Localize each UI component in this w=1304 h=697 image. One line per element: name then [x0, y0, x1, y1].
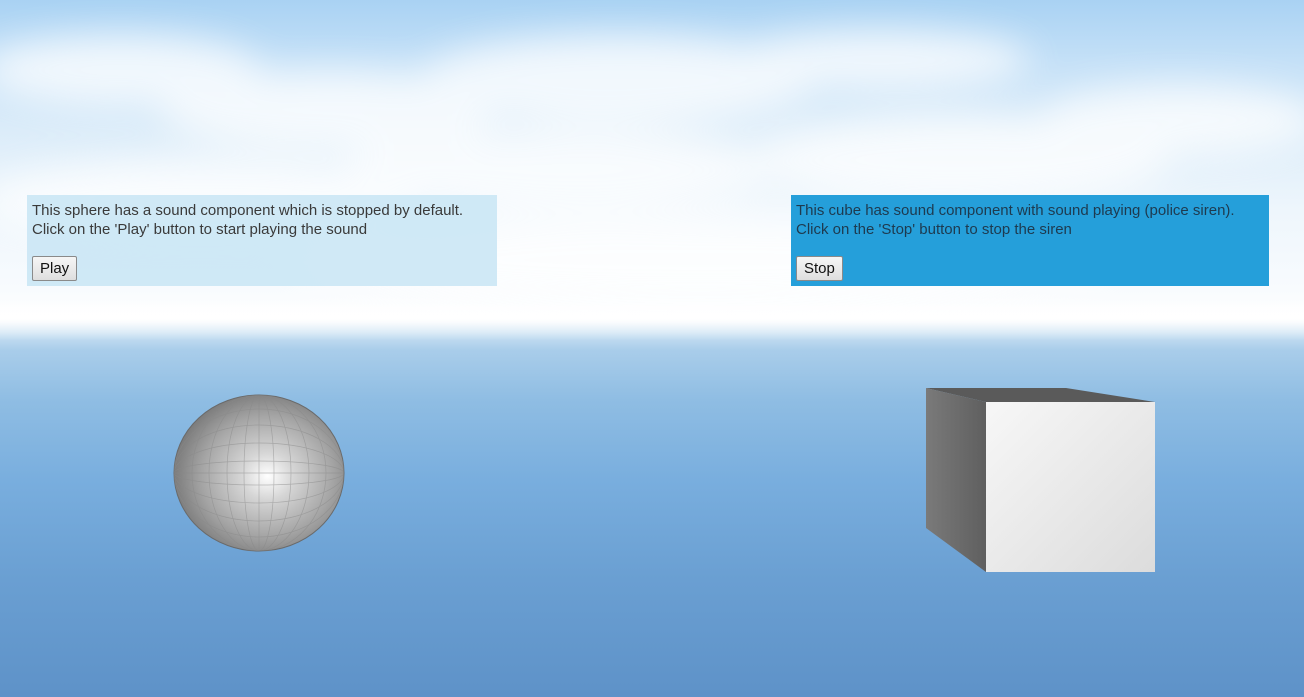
- horizon: [0, 300, 1304, 340]
- cube-panel-text-line1: This cube has sound component with sound…: [796, 202, 1235, 219]
- cube-object[interactable]: [920, 384, 1160, 576]
- cube-sound-panel: This cube has sound component with sound…: [791, 195, 1269, 286]
- sphere-object[interactable]: [170, 392, 348, 554]
- sphere-panel-text-line1: This sphere has a sound component which …: [32, 202, 464, 219]
- sphere-sound-panel: This sphere has a sound component which …: [27, 195, 497, 286]
- 3d-viewport[interactable]: This sphere has a sound component which …: [0, 0, 1304, 697]
- stop-button[interactable]: Stop: [796, 256, 843, 281]
- cube-panel-text-line2: Click on the 'Stop' button to stop the s…: [796, 221, 1072, 238]
- sphere-panel-text-line2: Click on the 'Play' button to start play…: [32, 221, 368, 238]
- play-button[interactable]: Play: [32, 256, 78, 281]
